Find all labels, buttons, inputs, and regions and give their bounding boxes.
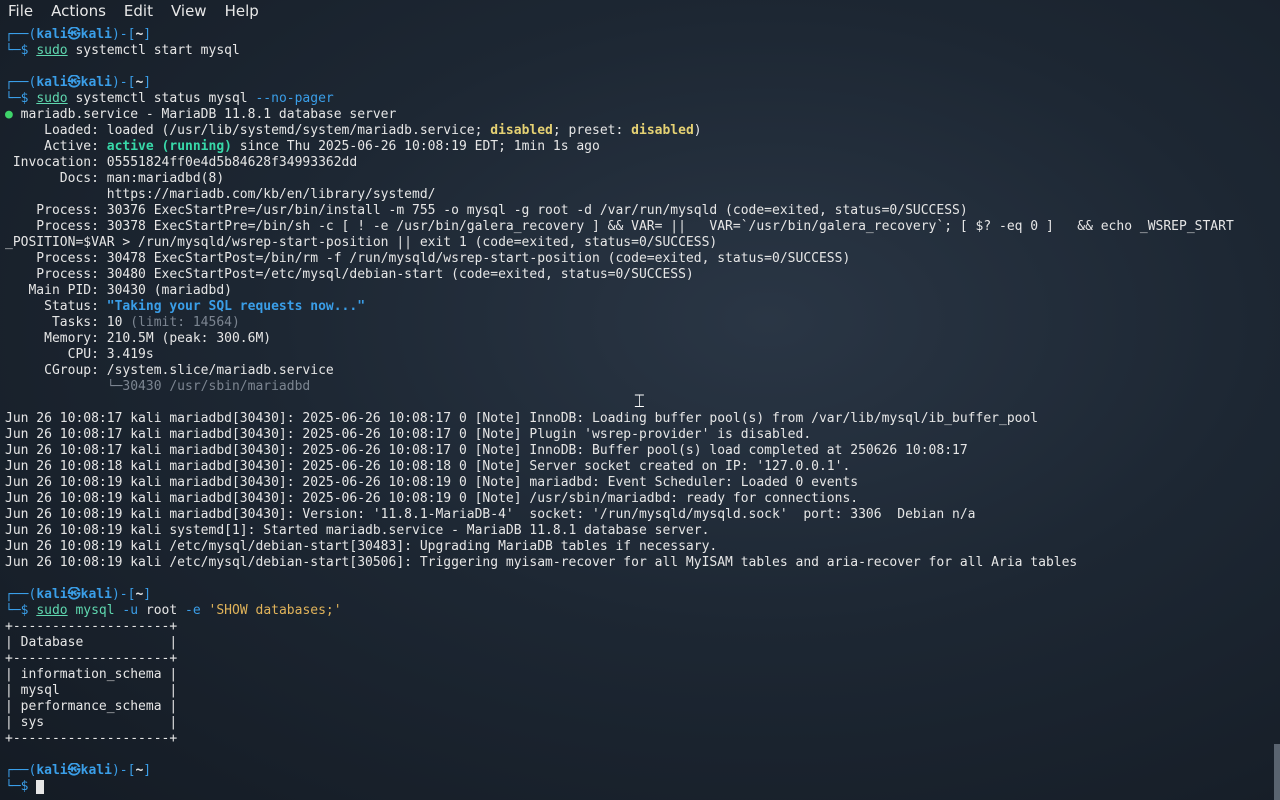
table-row: | mysql | (5, 683, 178, 698)
log-line: Jun 26 10:08:17 kali mariadbd[30430]: 20… (5, 427, 812, 442)
menu-help[interactable]: Help (216, 0, 268, 22)
menu-actions[interactable]: Actions (42, 0, 115, 22)
log-line: Jun 26 10:08:18 kali mariadbd[30430]: 20… (5, 459, 851, 474)
log-line: Jun 26 10:08:19 kali mariadbd[30430]: Ve… (5, 507, 976, 522)
log-line: Jun 26 10:08:17 kali mariadbd[30430]: 20… (5, 411, 1039, 426)
table-row: | sys | (5, 715, 178, 730)
command-line: └─$ sudo mysql -u root -e 'SHOW database… (5, 603, 342, 618)
table-border: +--------------------+ (5, 731, 178, 746)
menu-file[interactable]: File (0, 0, 42, 22)
table-header: | Database | (5, 635, 178, 650)
table-border: +--------------------+ (5, 651, 178, 666)
scrollbar[interactable] (1274, 744, 1280, 800)
log-line: Jun 26 10:08:19 kali mariadbd[30430]: 20… (5, 475, 859, 490)
status-badge: active (running) (106, 139, 232, 154)
menu-view[interactable]: View (162, 0, 216, 22)
command-line: └─$ sudo systemctl start mysql (5, 43, 240, 58)
log-line: Jun 26 10:08:19 kali /etc/mysql/debian-s… (5, 539, 718, 554)
text-cursor (36, 779, 45, 794)
menu-bar: File Actions Edit View Help (0, 0, 1280, 22)
log-line: Jun 26 10:08:19 kali mariadbd[30430]: 20… (5, 491, 859, 506)
prompt-line: ┌──(kali㉿kali)-[~] (5, 763, 152, 778)
text-select-cursor-icon: ⌶ (634, 391, 645, 412)
table-row: | information_schema | (5, 667, 178, 682)
prompt-line: ┌──(kali㉿kali)-[~] (5, 27, 152, 42)
command-line[interactable]: └─$ (5, 779, 1270, 795)
log-line: Jun 26 10:08:17 kali mariadbd[30430]: 20… (5, 443, 968, 458)
docs-link[interactable]: https://mariadb.com/kb/en/library/system… (5, 187, 1270, 203)
log-line: Jun 26 10:08:19 kali /etc/mysql/debian-s… (5, 555, 1078, 570)
command-line: └─$ sudo systemctl status mysql --no-pag… (5, 91, 334, 106)
prompt-line: ┌──(kali㉿kali)-[~] (5, 75, 152, 90)
active-dot-icon: ● (5, 107, 13, 122)
table-border: +--------------------+ (5, 619, 178, 634)
status-header: ● mariadb.service - MariaDB 11.8.1 datab… (5, 107, 397, 122)
prompt-line: ┌──(kali㉿kali)-[~] (5, 587, 152, 602)
terminal-output[interactable]: ┌──(kali㉿kali)-[~] └─$ sudo systemctl st… (5, 27, 1270, 800)
menu-edit[interactable]: Edit (115, 0, 162, 22)
table-row: | performance_schema | (5, 699, 178, 714)
log-line: Jun 26 10:08:19 kali systemd[1]: Started… (5, 523, 710, 538)
